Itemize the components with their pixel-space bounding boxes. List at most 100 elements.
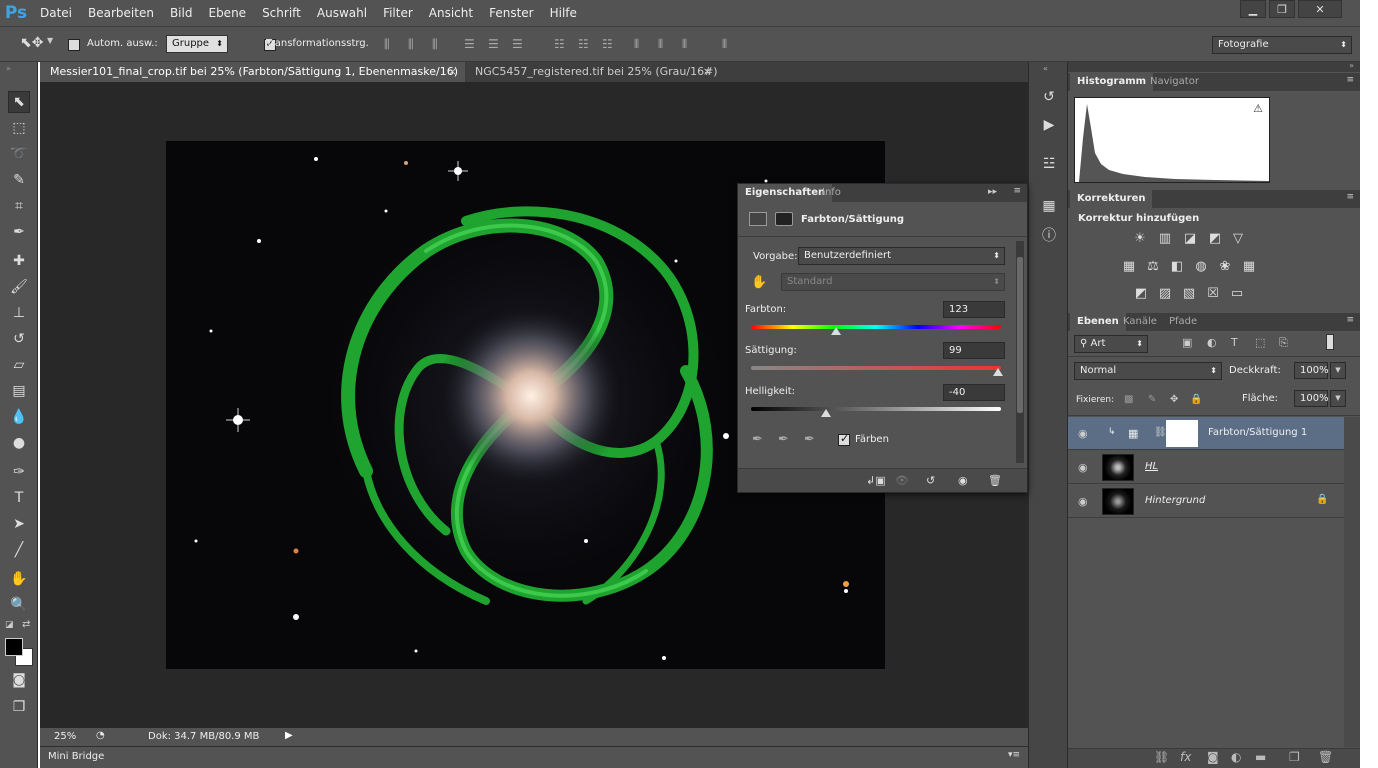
align-right-icon[interactable]: ☰ (512, 37, 523, 51)
menu-bild[interactable]: Bild (162, 0, 201, 26)
menu-ebene[interactable]: Ebene (200, 0, 254, 26)
dodge-tool-icon[interactable]: ● (8, 432, 30, 454)
share-icon[interactable]: ◔ (96, 730, 105, 741)
quick-mask-icon[interactable]: ◙ (8, 669, 30, 691)
menu-filter[interactable]: Filter (375, 0, 421, 26)
levels-icon[interactable]: ▥ (1156, 230, 1174, 246)
lightness-slider[interactable] (751, 407, 1001, 411)
filter-adjustment-icon[interactable]: ◐ (1207, 336, 1217, 349)
align-left-icon[interactable]: ☰ (464, 37, 475, 51)
layer-thumbnail[interactable] (1102, 488, 1134, 515)
hue-slider-thumb[interactable] (831, 327, 841, 335)
hue-input[interactable]: 123 (943, 301, 1005, 318)
layer-row[interactable]: ◉ HL (1068, 451, 1344, 484)
marquee-tool-icon[interactable]: ⬚ (8, 117, 30, 139)
channel-mixer-icon[interactable]: ❀ (1216, 258, 1234, 274)
stamp-tool-icon[interactable]: ⊥ (8, 302, 30, 324)
layer-name[interactable]: HL (1145, 461, 1158, 472)
invert-icon[interactable]: ◩ (1132, 285, 1150, 301)
filter-pixel-icon[interactable]: ▣ (1182, 336, 1192, 349)
clip-to-layer-icon[interactable]: ↲▣ (866, 474, 886, 487)
distribute-bottom-icon[interactable]: ☷ (602, 37, 613, 51)
eraser-tool-icon[interactable]: ▱ (8, 354, 30, 376)
adjustment-layer-icon[interactable] (749, 212, 767, 226)
layer-name[interactable]: Hintergrund (1145, 495, 1205, 506)
menu-hilfe[interactable]: Hilfe (542, 0, 585, 26)
auto-select-dropdown[interactable]: Gruppe ⬍ (166, 35, 228, 53)
type-tool-icon[interactable]: T (8, 487, 30, 509)
doc-tab-ngc5457[interactable]: NGC5457_registered.tif bei 25% (Grau/16#… (465, 62, 720, 82)
zoom-tool-icon[interactable]: 🔍 (8, 594, 30, 616)
panel-menu-icon[interactable]: ≡ (1013, 186, 1021, 196)
close-icon[interactable]: ✕ (1298, 0, 1342, 18)
chevron-down-icon[interactable]: ▼ (1330, 362, 1346, 379)
filter-smart-object-icon[interactable]: ⎘ (1279, 336, 1288, 350)
layer-row[interactable]: ◉ Hintergrund 🔒 (1068, 485, 1344, 518)
align-bottom-icon[interactable]: ⫼ (432, 37, 438, 52)
link-layers-icon[interactable]: ⛓ (1154, 750, 1169, 764)
chevron-down-icon[interactable]: ▼ (1330, 390, 1346, 407)
screen-mode-icon[interactable]: ❐ (8, 696, 30, 718)
brush-tool-icon[interactable]: 🖌 (8, 276, 30, 298)
layer-name[interactable]: Farbton/Sättigung 1 (1208, 427, 1307, 438)
pen-tool-icon[interactable]: ✑ (8, 461, 30, 483)
opacity-input[interactable]: 100% (1294, 362, 1329, 379)
menu-schrift[interactable]: Schrift (254, 0, 309, 26)
panel-menu-icon[interactable]: ≡ (1346, 75, 1354, 85)
new-adjustment-icon[interactable]: ◐ (1231, 750, 1241, 764)
chain-link-icon[interactable]: ⛓ (1154, 427, 1167, 438)
properties-icon[interactable]: ▦ (1038, 195, 1060, 217)
distribute-top-icon[interactable]: ☷ (554, 37, 565, 51)
restore-icon[interactable]: ❐ (1269, 0, 1295, 18)
tab-kanaele[interactable]: Kanäle (1116, 313, 1164, 331)
trash-icon[interactable]: 🗑 (988, 474, 1002, 487)
new-layer-icon[interactable]: ❐ (1289, 750, 1300, 764)
zoom-level[interactable]: 25% (54, 731, 76, 742)
color-balance-icon[interactable]: ⚖ (1144, 258, 1162, 274)
gradient-tool-icon[interactable]: ▤ (8, 380, 30, 402)
eye-icon[interactable]: ◉ (1078, 461, 1088, 474)
filter-type-icon[interactable]: T (1231, 336, 1238, 349)
filter-shape-icon[interactable]: ⬚ (1255, 336, 1265, 349)
menu-datei[interactable]: Datei (32, 0, 80, 26)
workspace-dropdown[interactable]: Fotografie ⬍ (1212, 36, 1352, 54)
reset-icon[interactable]: ↺ (926, 474, 935, 487)
blur-tool-icon[interactable]: 💧 (8, 406, 30, 428)
move-tool-preset-icon[interactable]: ⬉✥ (20, 35, 43, 51)
threshold-icon[interactable]: ▧ (1180, 285, 1198, 301)
minimize-icon[interactable]: ▁ (1240, 0, 1266, 18)
posterize-icon[interactable]: ▨ (1156, 285, 1174, 301)
lasso-tool-icon[interactable]: ➰ (8, 143, 30, 165)
color-lookup-icon[interactable]: ▦ (1240, 258, 1258, 274)
close-icon[interactable]: × (448, 62, 457, 82)
layer-mask-thumbnail[interactable] (1166, 420, 1198, 447)
lock-all-icon[interactable]: 🔒 (1190, 394, 1202, 405)
saturation-slider-thumb[interactable] (993, 368, 1003, 376)
align-top-icon[interactable]: ⫼ (384, 37, 390, 52)
collapse-icon[interactable]: » (6, 64, 11, 73)
actions-play-icon[interactable]: ▶ (1038, 114, 1060, 136)
crop-tool-icon[interactable]: ⌗ (8, 195, 30, 217)
filter-toggle[interactable] (1326, 334, 1334, 350)
hand-tool-icon[interactable]: ✋ (8, 568, 30, 590)
exposure-icon[interactable]: ◩ (1206, 230, 1224, 246)
targeted-adjustment-hand-icon[interactable]: ✋ (751, 275, 767, 290)
align-hcenter-icon[interactable]: ☰ (488, 37, 499, 51)
hue-slider[interactable] (751, 325, 1001, 329)
fill-input[interactable]: 100% (1294, 390, 1329, 407)
tab-navigator[interactable]: Navigator (1143, 73, 1206, 91)
layer-filter-dropdown[interactable]: ⚲ Art ⬍ (1074, 335, 1148, 353)
expand-icon[interactable]: ▸▸ (988, 187, 997, 197)
move-tool-icon[interactable]: ⬉ (8, 91, 30, 113)
eyedropper-tool-icon[interactable]: ✒ (8, 221, 30, 243)
auto-select-checkbox[interactable] (68, 39, 80, 51)
saturation-slider[interactable] (751, 366, 1001, 370)
mini-bridge-tab[interactable]: Mini Bridge (48, 751, 104, 762)
default-colors-icon[interactable]: ◪ (5, 620, 14, 630)
menu-fenster[interactable]: Fenster (481, 0, 542, 26)
panel-menu-icon[interactable]: ▾≡ (1008, 750, 1020, 760)
menu-bearbeiten[interactable]: Bearbeiten (80, 0, 162, 26)
lock-image-icon[interactable]: ✎ (1148, 394, 1156, 405)
menu-auswahl[interactable]: Auswahl (309, 0, 375, 26)
channel-dropdown[interactable]: Standard ⬍ (781, 273, 1005, 291)
